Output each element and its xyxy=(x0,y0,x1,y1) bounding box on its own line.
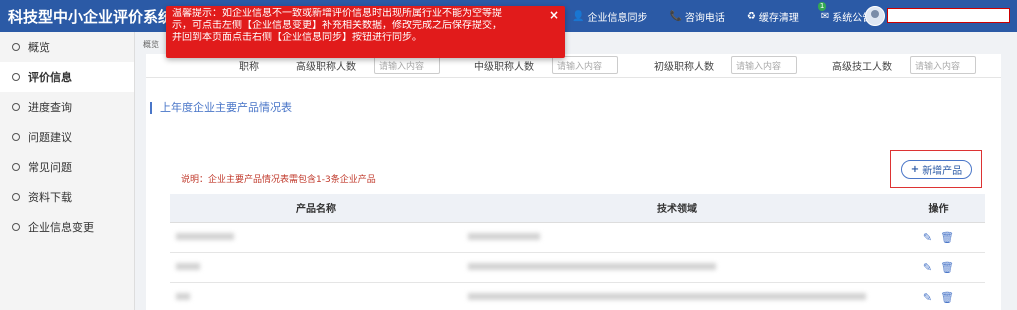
column-header: 技术领域 xyxy=(462,194,892,223)
sidebar-item-faq[interactable]: 常见问题 xyxy=(0,152,134,182)
mid-title-count-input[interactable]: 请输入内容 xyxy=(552,56,618,74)
table-header-row: 产品名称 技术领域 操作 xyxy=(170,194,985,223)
add-product-button[interactable]: + 新增产品 xyxy=(901,160,972,179)
sidebar-item-evaluation-info[interactable]: 评价信息 xyxy=(0,62,134,92)
consult-phone-link[interactable]: 📞 咨询电话 xyxy=(669,9,724,24)
edit-icon[interactable]: ✎ xyxy=(923,291,932,304)
sidebar-item-overview[interactable]: 概览 xyxy=(0,32,134,62)
section-note: 说明：企业主要产品情况表需包含1-3条企业产品 xyxy=(181,175,376,185)
app-title: 科技型中小企业评价系统 xyxy=(8,8,174,26)
clear-cache-link[interactable]: ♻ 缓存清理 xyxy=(747,9,799,24)
edit-icon[interactable]: ✎ xyxy=(923,261,932,274)
circle-icon xyxy=(12,163,20,171)
field-label: 中级职称人数 xyxy=(474,62,534,73)
actions-cell: ✎ 🗑 xyxy=(892,282,985,310)
sidebar-item-enterprise-change[interactable]: 企业信息变更 xyxy=(0,212,134,242)
add-product-highlight: + 新增产品 xyxy=(890,150,982,188)
table-row: ✎ 🗑 xyxy=(170,282,985,310)
content-panel: 职称 高级职称人数 请输入内容 中级职称人数 请输入内容 初级职称人数 请输入内… xyxy=(146,54,1001,310)
actions-cell: ✎ 🗑 xyxy=(892,252,985,283)
sidebar-item-downloads[interactable]: 资料下载 xyxy=(0,182,134,212)
warning-toast: 温馨提示：如企业信息不一致或新增评价信息时出现所属行业不能为空等提 示，可点击左… xyxy=(166,6,565,58)
toast-line: 示，可点击左侧【企业信息变更】补充相关数据，修改完成之后保存提交， xyxy=(172,20,502,31)
senior-title-count-input[interactable]: 请输入内容 xyxy=(374,56,440,74)
tech-field-cell xyxy=(462,252,892,283)
redacted-text xyxy=(468,233,540,240)
circle-icon xyxy=(12,103,20,111)
sidebar-item-label: 企业信息变更 xyxy=(28,221,94,234)
redacted-text xyxy=(176,233,234,240)
senior-technician-count-input[interactable]: 请输入内容 xyxy=(910,56,976,74)
sidebar-item-label: 评价信息 xyxy=(28,71,72,84)
sync-enterprise-info-link[interactable]: 👤 企业信息同步 xyxy=(572,9,647,24)
phone-icon: 📞 xyxy=(669,10,682,22)
redacted-text xyxy=(176,263,200,270)
field-label: 高级职称人数 xyxy=(296,62,356,73)
trash-icon[interactable]: 🗑 xyxy=(940,291,954,304)
sidebar-item-label: 进度查询 xyxy=(28,101,72,114)
sidebar-item-progress[interactable]: 进度查询 xyxy=(0,92,134,122)
plus-icon: + xyxy=(910,164,920,175)
top-links: 👤 企业信息同步 📞 咨询电话 ♻ 缓存清理 1 ✉ 系统公告 xyxy=(572,0,894,32)
add-product-label: 新增产品 xyxy=(922,166,963,177)
sidebar-item-label: 常见问题 xyxy=(28,161,72,174)
product-name-cell xyxy=(170,282,462,310)
actions-cell: ✎ 🗑 xyxy=(892,222,985,253)
recycle-icon: ♻ xyxy=(746,10,756,22)
mail-icon: ✉ xyxy=(820,10,830,22)
user-icon: 👤 xyxy=(572,10,585,22)
redacted-text xyxy=(468,293,866,300)
sidebar-item-suggestions[interactable]: 问题建议 xyxy=(0,122,134,152)
table-row: ✎ 🗑 xyxy=(170,222,985,253)
top-link-label: 咨询电话 xyxy=(684,12,725,24)
sidebar: 概览 评价信息 进度查询 问题建议 常见问题 资料下载 企业信息变更 xyxy=(0,32,135,310)
toast-line: 温馨提示：如企业信息不一致或新增评价信息时出现所属行业不能为空等提 xyxy=(172,8,502,19)
product-name-cell xyxy=(170,252,462,283)
circle-icon xyxy=(12,43,20,51)
avatar[interactable] xyxy=(865,6,885,26)
trash-icon[interactable]: 🗑 xyxy=(940,231,954,244)
notice-count-badge: 1 xyxy=(817,1,827,11)
table-row: ✎ 🗑 xyxy=(170,252,985,283)
tech-field-cell xyxy=(462,222,892,253)
top-link-label: 企业信息同步 xyxy=(587,12,648,24)
product-name-cell xyxy=(170,222,462,253)
field-label: 初级职称人数 xyxy=(654,62,714,73)
redacted-text xyxy=(468,263,716,270)
circle-icon xyxy=(12,223,20,231)
close-icon[interactable]: × xyxy=(549,9,559,21)
main-area: 概览 职称 高级职称人数 请输入内容 中级职称人数 请输入内容 初级职称人数 请… xyxy=(136,32,1017,310)
title-label: 职称 xyxy=(239,62,259,73)
product-table: 产品名称 技术领域 操作 ✎ 🗑 ✎ 🗑 ✎ 🗑 xyxy=(170,194,985,310)
trash-icon[interactable]: 🗑 xyxy=(940,261,954,274)
field-label: 高级技工人数 xyxy=(832,62,892,73)
redacted-text xyxy=(176,293,190,300)
sidebar-item-label: 概览 xyxy=(28,41,50,54)
junior-title-count-input[interactable]: 请输入内容 xyxy=(731,56,797,74)
circle-icon xyxy=(12,193,20,201)
column-header: 操作 xyxy=(892,194,985,223)
toast-line: 并回到本页面点击右侧【企业信息同步】按钮进行同步。 xyxy=(172,32,422,43)
user-name-box[interactable] xyxy=(887,8,1010,23)
top-link-label: 缓存清理 xyxy=(758,12,799,24)
circle-icon xyxy=(12,73,20,81)
sidebar-item-label: 资料下载 xyxy=(28,191,72,204)
section-title: 上年度企业主要产品情况表 xyxy=(150,102,292,114)
sidebar-item-label: 问题建议 xyxy=(28,131,72,144)
edit-icon[interactable]: ✎ xyxy=(923,231,932,244)
breadcrumb[interactable]: 概览 xyxy=(143,39,159,50)
circle-icon xyxy=(12,133,20,141)
tech-field-cell xyxy=(462,282,892,310)
column-header: 产品名称 xyxy=(170,194,462,223)
